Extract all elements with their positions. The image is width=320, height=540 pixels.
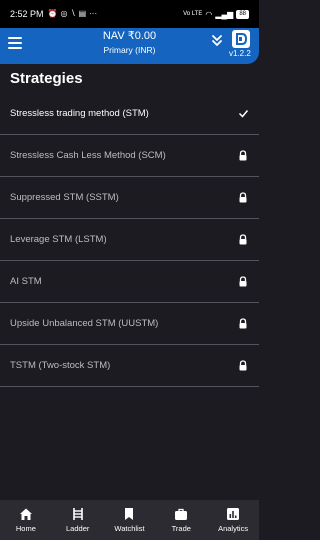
network-label: Vo LTE — [183, 11, 203, 17]
nav-watchlist[interactable]: Watchlist — [104, 500, 156, 540]
ladder-icon — [72, 508, 83, 520]
lock-icon — [237, 318, 249, 330]
strategy-item-sstm[interactable]: Suppressed STM (SSTM) — [0, 177, 259, 219]
strategy-item-stm[interactable]: Stressless trading method (STM) — [0, 93, 259, 135]
strategy-item-tstm[interactable]: TSTM (Two-stock STM) — [0, 345, 259, 387]
strategy-list: Stressless trading method (STM) Stressle… — [0, 93, 259, 387]
battery-icon: 88 — [236, 9, 249, 19]
nav-label: Home — [15, 524, 36, 533]
nav-trade[interactable]: Trade — [155, 500, 207, 540]
strategy-label: Upside Unbalanced STM (UUSTM) — [10, 318, 159, 329]
nav-label: Ladder — [66, 524, 90, 533]
slash-icon: ∖ — [70, 9, 76, 18]
analytics-icon — [227, 508, 240, 520]
strategy-item-scm[interactable]: Stressless Cash Less Method (SCM) — [0, 135, 259, 177]
strategy-label: AI STM — [10, 276, 42, 287]
lock-icon — [237, 150, 249, 162]
signal-icon: ▂▄▆ — [215, 9, 234, 19]
strategy-label: Leverage STM (LSTM) — [10, 234, 107, 245]
lock-icon — [237, 192, 249, 204]
page-title: Strategies — [10, 70, 83, 87]
lock-icon — [237, 234, 249, 246]
strategy-label: Stressless Cash Less Method (SCM) — [10, 150, 166, 161]
nav-ladder[interactable]: Ladder — [52, 500, 104, 540]
strategy-item-lstm[interactable]: Leverage STM (LSTM) — [0, 219, 259, 261]
more-dots-icon: ··· — [89, 9, 98, 18]
app-logo-icon[interactable] — [232, 30, 250, 48]
nav-label: Trade — [171, 524, 191, 533]
alarm-icon: ⏰ — [47, 9, 58, 18]
status-right: Vo LTE ◠ ▂▄▆ 88 — [183, 9, 249, 19]
bookmark-icon — [125, 508, 134, 520]
status-time: 2:52 PM — [10, 9, 44, 19]
lock-icon — [237, 360, 249, 372]
wifi-icon: ◠ — [205, 9, 213, 19]
strategy-item-ai-stm[interactable]: AI STM — [0, 261, 259, 303]
double-chevron-down-icon[interactable] — [211, 34, 223, 48]
version-label: v1.2.2 — [229, 49, 251, 58]
bottom-nav: Home Ladder Watchlist Trade Analytics — [0, 500, 259, 540]
home-icon — [19, 508, 32, 520]
check-icon — [237, 108, 249, 120]
status-bar: 2:52 PM ⏰ ◎ ∖ ▤ ··· Vo LTE ◠ ▂▄▆ 88 — [0, 0, 259, 28]
strategy-item-uustm[interactable]: Upside Unbalanced STM (UUSTM) — [0, 303, 259, 345]
app-bar: NAV ₹0.00 Primary (INR) v1.2.2 — [0, 28, 259, 64]
notification-icons: ⏰ ◎ ∖ ▤ ··· — [48, 10, 98, 18]
strategy-label: Stressless trading method (STM) — [10, 108, 149, 119]
delete-icon: ▤ — [78, 9, 87, 18]
briefcase-icon — [175, 508, 188, 520]
strategy-label: TSTM (Two-stock STM) — [10, 360, 111, 371]
nav-label: Watchlist — [114, 524, 145, 533]
strategy-label: Suppressed STM (SSTM) — [10, 192, 119, 203]
nav-label: Analytics — [218, 524, 249, 533]
lock-icon — [237, 276, 249, 288]
whatsapp-icon: ◎ — [60, 9, 68, 18]
nav-analytics[interactable]: Analytics — [207, 500, 259, 540]
nav-home[interactable]: Home — [0, 500, 52, 540]
